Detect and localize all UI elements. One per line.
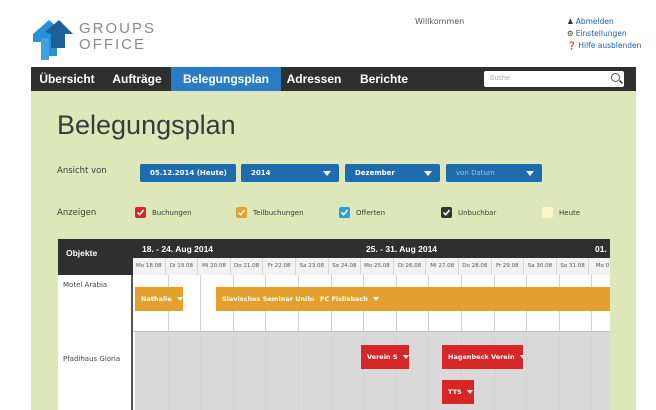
filter-teilbuchungen-label: Teilbuchungen [253,209,304,217]
page-title: Belegungsplan [57,110,236,140]
chevron-down-icon [526,171,534,176]
chevron-down-icon[interactable] [402,355,409,359]
day-header: Sa 30.08 [524,258,557,275]
main-nav: Übersicht Aufträge Belegungsplan Adresse… [31,67,636,91]
month-value: Dezember [355,169,395,177]
chevron-down-icon [424,171,432,176]
from-date-placeholder: von Datum [456,169,495,177]
day-header: So 31.08 [557,258,590,275]
booking-label: TTS [448,388,462,396]
checkmark-icon [340,209,349,216]
show-label: Anzeigen [57,208,97,218]
gear-icon: ⚙ [567,29,574,38]
year-value: 2014 [251,169,271,177]
groups-office-logo[interactable]: GROUPS OFFICE [31,14,154,62]
row-pfadihaus-gloria [135,331,610,410]
hide-help-link[interactable]: ❓ Hilfe ausblenden [567,40,641,52]
booking-bar[interactable]: Slavisches Seminar Unibas [216,287,314,311]
settings-link[interactable]: ⚙ Einstellungen [567,28,641,40]
filter-offerten-label: Offerten [356,209,386,217]
year-select[interactable]: 2014 [241,164,339,182]
checkmark-icon [237,209,246,216]
search-icon[interactable] [611,73,620,82]
grid-column-line [200,275,202,410]
chevron-down-icon [323,171,331,176]
week-header: 18. - 24. Aug 2014 [142,244,214,254]
logo-text-line1: GROUPS [79,20,157,37]
month-select[interactable]: Dezember [345,164,440,182]
view-label: Ansicht von [57,166,107,176]
chevron-down-icon[interactable] [176,297,183,301]
nav-item-belegungsplan[interactable]: Belegungsplan [171,67,281,91]
settings-label: Einstellungen [575,29,627,38]
search-input[interactable]: Suche [484,71,624,87]
day-header-row: Mo 18.08 Di 19.08 Mi 20.08 Do 21.08 Fr 22.08… [133,258,610,275]
week-header: 01. [595,244,607,254]
day-header: Mi 27.08 [426,258,459,275]
day-header: Mo 25.08 [361,258,394,275]
day-header: Fr 22.08 [263,258,296,275]
object-name[interactable]: Pfadihaus Gloria [63,355,120,363]
day-header: Di 19.08 [166,258,199,275]
chevron-down-icon[interactable] [519,355,523,359]
booking-bar[interactable]: Hagenbeck Verein [442,345,523,369]
day-header: Mo 01. [589,258,610,275]
day-header: Mi 20.08 [198,258,231,275]
logo-house-icon [33,20,73,60]
chevron-down-icon[interactable] [466,390,473,394]
day-header: Di 26.08 [394,258,427,275]
chevron-down-icon[interactable] [372,297,379,301]
checkmark-icon [136,209,145,216]
filter-unbuchbar-label: Unbuchbar [458,209,497,217]
booking-label: Slavisches Seminar Unibas [222,295,314,303]
day-header: Fr 29.08 [492,258,525,275]
grid-header: Objekte 18. - 24. Aug 2014 25. - 31. Aug… [58,239,610,275]
object-name[interactable]: Motel Arabia [63,281,107,289]
nav-item-adressen[interactable]: Adressen [283,67,345,91]
logout-label: Abmelden [575,17,614,26]
day-header: So 24.08 [329,258,362,275]
main-content: Belegungsplan Ansicht von 05.12.2014 (He… [31,91,636,410]
filter-teilbuchungen-checkbox[interactable] [236,207,247,218]
booking-label: Hagenbeck Verein [448,353,515,361]
checkmark-icon [442,209,451,216]
logo-text-line2: OFFICE [79,36,146,53]
filter-unbuchbar-checkbox[interactable] [441,207,452,218]
logout-link[interactable]: ♟ Abmelden [567,16,641,28]
day-header: Do 28.08 [459,258,492,275]
booking-label: FC Fislisbach [320,295,368,303]
booking-bar[interactable]: Nathalie [135,287,183,311]
week-header: 25. - 31. Aug 2014 [366,244,438,254]
filter-buchungen-label: Buchungen [152,209,192,217]
welcome-text: Willkommen [415,17,465,26]
header-links: ♟ Abmelden ⚙ Einstellungen ❓ Hilfe ausblend… [567,16,641,52]
day-header: Do 21.08 [231,258,264,275]
today-date-label: 05.12.2014 (Heute) [150,169,227,177]
row-divider [58,331,610,332]
booking-bar[interactable]: Verein S [361,345,409,369]
objects-header: Objekte [66,248,98,258]
occupancy-grid: Objekte 18. - 24. Aug 2014 25. - 31. Aug… [58,239,610,410]
help-icon: ❓ [567,41,577,50]
booking-bar[interactable]: FC Fislisbach [314,287,610,311]
nav-item-uebersicht[interactable]: Übersicht [37,67,97,91]
filter-buchungen-checkbox[interactable] [135,207,146,218]
objects-column: Motel Arabia Pfadihaus Gloria [58,275,133,410]
booking-bar[interactable]: TTS [442,380,474,404]
search-placeholder: Suche [490,75,510,82]
user-icon: ♟ [567,17,574,26]
booking-label: Verein S [367,353,398,361]
day-header: Mo 18.08 [133,258,166,275]
day-header: Sa 23.08 [296,258,329,275]
filter-offerten-checkbox[interactable] [339,207,350,218]
booking-label: Nathalie [141,295,172,303]
nav-item-berichte[interactable]: Berichte [357,67,411,91]
filter-heute-checkbox[interactable] [542,207,553,218]
from-date-select[interactable]: von Datum [446,164,542,182]
nav-item-auftraege[interactable]: Aufträge [107,67,167,91]
today-date-button[interactable]: 05.12.2014 (Heute) [140,164,236,182]
hide-help-label: Hilfe ausblenden [578,41,642,50]
filter-heute-label: Heute [559,209,581,217]
